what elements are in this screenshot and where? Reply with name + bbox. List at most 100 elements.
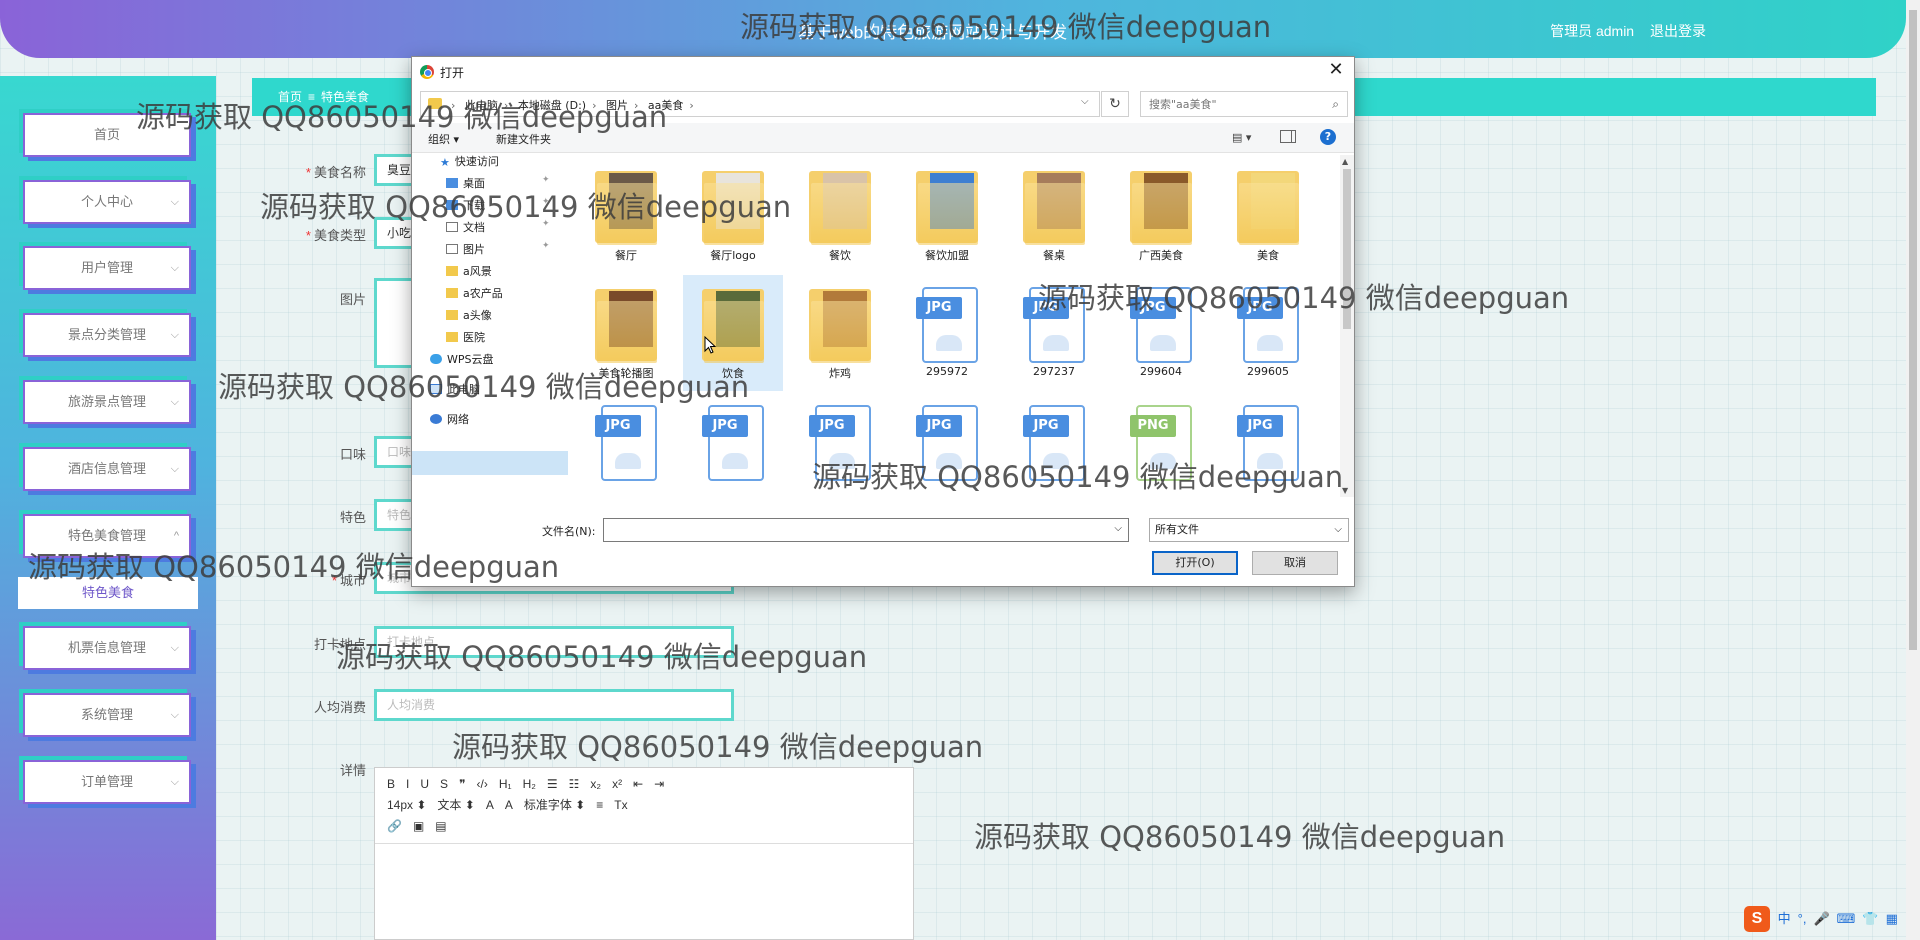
editor-tool-button[interactable]: ❞: [459, 774, 465, 795]
sidebar-item-2[interactable]: 用户管理 ⌵: [23, 246, 191, 290]
image-file-item[interactable]: JPG: [1218, 393, 1318, 495]
editor-tool-button[interactable]: S: [440, 774, 448, 795]
editor-tool-button[interactable]: ⇥: [654, 774, 664, 795]
filename-field[interactable]: ⌵: [603, 518, 1129, 542]
folder-item[interactable]: 广西美食: [1111, 157, 1211, 273]
rich-text-editor[interactable]: B I U S ❞ ‹/› H₁ H₂ ☰ ☷ x₂ x² ⇤ ⇥ 14px ⬍ 文本 ⬍ A A 标准字体 ⬍ ≡…: [374, 767, 914, 940]
new-folder-button[interactable]: 新建文件夹: [496, 131, 551, 147]
ime-tool-icon[interactable]: ▦: [1886, 911, 1898, 926]
dialog-close-button[interactable]: ✕: [1324, 59, 1348, 80]
refresh-button[interactable]: ↻: [1101, 91, 1129, 117]
nav-item[interactable]: 桌面 ✦: [446, 175, 550, 191]
editor-tool-button[interactable]: H₁: [499, 774, 512, 795]
chevron-down-icon[interactable]: ⌵: [1081, 96, 1089, 107]
nav-item[interactable]: a农产品: [446, 285, 503, 301]
scroll-down-icon[interactable]: ▼: [1342, 486, 1348, 495]
editor-tool-button[interactable]: I: [406, 774, 409, 795]
sogou-ime-logo-icon[interactable]: S: [1744, 906, 1770, 932]
path-segment[interactable]: 本地磁盘 (D:): [518, 99, 586, 112]
sidebar-item-0[interactable]: 首页: [23, 113, 191, 157]
nav-item[interactable]: 下载 ✦: [446, 197, 550, 213]
ime-tool-icon[interactable]: 🎤: [1813, 911, 1829, 926]
editor-tool-button[interactable]: 文本 ⬍: [437, 795, 474, 816]
filetype-select[interactable]: 所有文件 ⌵: [1149, 518, 1349, 542]
folder-item[interactable]: 餐饮加盟: [897, 157, 997, 273]
editor-tool-button[interactable]: 14px ⬍: [387, 795, 426, 816]
ime-tool-icon[interactable]: °,: [1798, 911, 1807, 926]
folder-item[interactable]: 炸鸡: [790, 275, 890, 391]
address-bar[interactable]: › 此电脑 › 本地磁盘 (D:) › 图片 › aa美食 › ⌵: [420, 91, 1100, 117]
page-scrollbar-thumb[interactable]: [1909, 10, 1917, 650]
organize-button[interactable]: 组织 ▾: [428, 131, 459, 147]
page-scrollbar[interactable]: [1906, 0, 1920, 940]
image-file-item[interactable]: JPG: [683, 393, 783, 495]
nav-item[interactable]: 网络: [430, 411, 469, 427]
folder-item[interactable]: 餐厅logo: [683, 157, 783, 273]
cancel-button[interactable]: 取消: [1252, 551, 1338, 575]
editor-tool-button[interactable]: ▤: [435, 816, 446, 837]
image-file-item[interactable]: PNG: [1111, 393, 1211, 495]
editor-tool-button[interactable]: 标准字体 ⬍: [524, 795, 585, 816]
nav-item[interactable]: 此电脑: [430, 381, 480, 397]
ime-tool-icon[interactable]: 👕: [1862, 911, 1878, 926]
scroll-up-icon[interactable]: ▲: [1342, 157, 1348, 166]
folder-item[interactable]: 美食: [1218, 157, 1318, 273]
image-file-item[interactable]: JPG 297237: [1004, 275, 1104, 391]
ime-tool-icon[interactable]: 中: [1778, 911, 1791, 926]
folder-item[interactable]: 餐饮: [790, 157, 890, 273]
folder-item[interactable]: 美食轮播图: [576, 275, 676, 391]
image-file-item[interactable]: JPG 299605: [1218, 275, 1318, 391]
editor-tool-button[interactable]: B: [387, 774, 395, 795]
image-file-item[interactable]: JPG: [1004, 393, 1104, 495]
sidebar-item-4[interactable]: 旅游景点管理 ⌵: [23, 380, 191, 424]
editor-tool-button[interactable]: U: [420, 774, 429, 795]
nav-item[interactable]: WPS云盘: [430, 351, 494, 367]
view-options-icon[interactable]: ▤ ▾: [1232, 131, 1251, 144]
avg-cost-input[interactable]: 人均消费: [374, 689, 734, 721]
sidebar-item-8[interactable]: 系统管理 ⌵: [23, 693, 191, 737]
nav-item[interactable]: ★ 快速访问: [440, 153, 499, 169]
open-button[interactable]: 打开(O): [1152, 551, 1238, 575]
editor-tool-button[interactable]: A: [505, 795, 513, 816]
filename-input[interactable]: [608, 520, 1108, 540]
checkin-location-input[interactable]: 打卡地点: [374, 626, 734, 658]
path-segment[interactable]: aa美食: [648, 99, 683, 112]
image-file-item[interactable]: JPG: [576, 393, 676, 495]
nav-item[interactable]: 文档 ✦: [446, 219, 550, 235]
sidebar-item-3[interactable]: 景点分类管理 ⌵: [23, 313, 191, 357]
image-file-item[interactable]: JPG: [897, 393, 997, 495]
sidebar-item-1[interactable]: 个人中心 ⌵: [23, 180, 191, 224]
help-icon[interactable]: ?: [1320, 129, 1336, 145]
folder-item[interactable]: 饮食: [683, 275, 783, 391]
chevron-down-icon[interactable]: ⌵: [1114, 523, 1122, 534]
image-file-item[interactable]: JPG 295972: [897, 275, 997, 391]
preview-pane-icon[interactable]: [1280, 130, 1296, 143]
editor-tool-button[interactable]: H₂: [523, 774, 536, 795]
path-segment[interactable]: 此电脑: [465, 99, 498, 112]
editor-tool-button[interactable]: A: [486, 795, 494, 816]
editor-tool-button[interactable]: ☷: [569, 774, 580, 795]
folder-item[interactable]: 餐厅: [576, 157, 676, 273]
nav-item[interactable]: a风景: [446, 263, 492, 279]
search-box[interactable]: ⌕: [1140, 91, 1348, 117]
sidebar-subitem-special-food[interactable]: 特色美食: [18, 577, 198, 609]
folder-item[interactable]: 餐桌: [1004, 157, 1104, 273]
editor-tool-button[interactable]: ☰: [547, 774, 558, 795]
breadcrumb-home[interactable]: 首页: [278, 90, 302, 104]
ime-tool-icon[interactable]: ⌨: [1837, 911, 1856, 926]
editor-tool-button[interactable]: x²: [612, 774, 622, 795]
editor-tool-button[interactable]: 🔗: [387, 816, 402, 837]
editor-tool-button[interactable]: ‹/›: [477, 774, 488, 795]
editor-tool-button[interactable]: x₂: [590, 774, 601, 795]
editor-tool-button[interactable]: Tx: [614, 795, 627, 816]
sidebar-item-9[interactable]: 订单管理 ⌵: [23, 760, 191, 804]
sidebar-item-6[interactable]: 特色美食管理 ^: [23, 514, 191, 558]
image-file-item[interactable]: JPG 299604: [1111, 275, 1211, 391]
nav-item[interactable]: 图片 ✦: [446, 241, 550, 257]
sidebar-item-7[interactable]: 机票信息管理 ⌵: [23, 626, 191, 670]
editor-tool-button[interactable]: ▣: [413, 816, 424, 837]
logout-link[interactable]: 退出登录: [1650, 23, 1706, 39]
file-grid-scrollbar[interactable]: ▲ ▼: [1340, 155, 1354, 497]
nav-item[interactable]: 医院: [446, 329, 485, 345]
search-input[interactable]: [1149, 93, 1329, 115]
